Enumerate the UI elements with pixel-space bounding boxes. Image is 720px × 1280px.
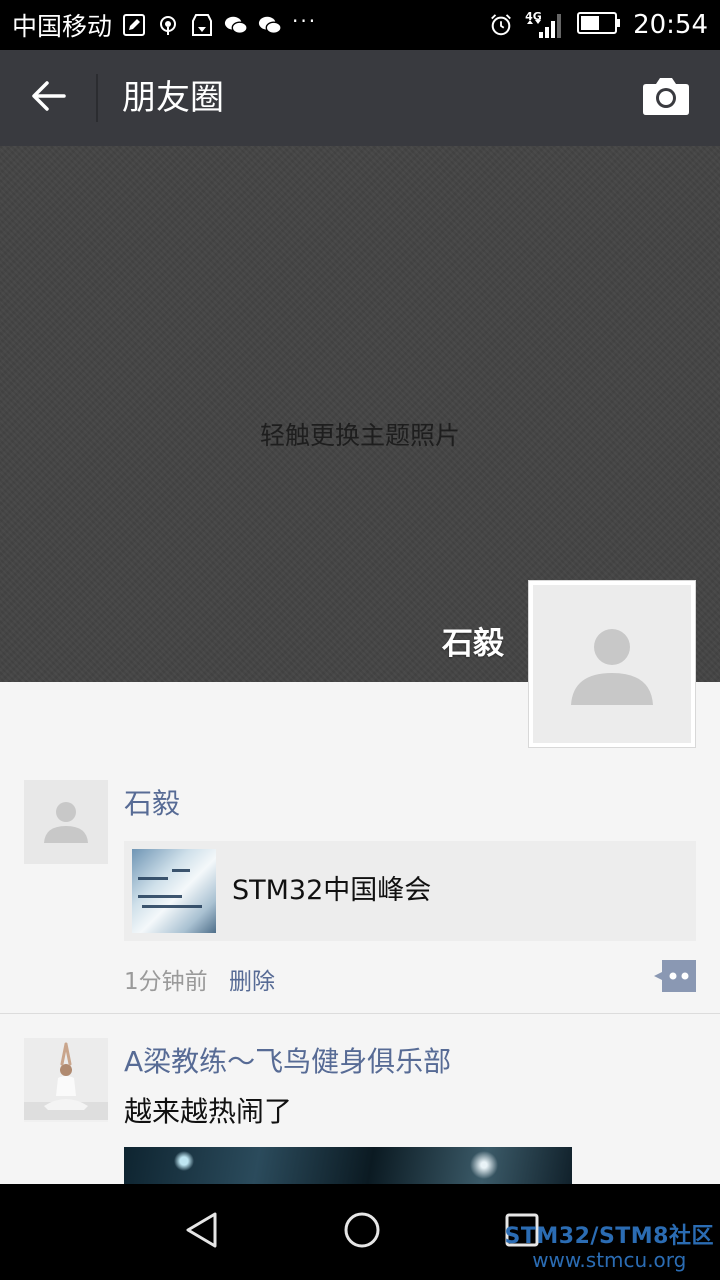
profile-name: 石毅	[442, 626, 504, 662]
comment-button[interactable]	[652, 960, 696, 992]
page-title: 朋友圈	[122, 78, 224, 118]
camera-button[interactable]	[642, 76, 690, 120]
triangle-back-icon	[183, 1211, 221, 1253]
back-button[interactable]	[24, 74, 74, 122]
link-title: STM32中国峰会	[232, 875, 432, 906]
post-avatar[interactable]	[24, 780, 108, 864]
wechat-icon	[258, 13, 282, 37]
camera-icon	[642, 78, 690, 120]
watermark-title: STM32/STM8社区	[504, 1224, 714, 1249]
post-image[interactable]	[124, 1147, 572, 1187]
post-avatar[interactable]	[24, 1038, 108, 1122]
battery-icon	[577, 11, 621, 39]
arrow-left-icon	[31, 80, 67, 116]
clock-time: 20:54	[633, 10, 708, 40]
watermark-url: www.stmcu.org	[532, 1248, 687, 1272]
alarm-icon	[489, 13, 513, 37]
nav-home-button[interactable]	[338, 1208, 386, 1256]
yoga-avatar-image	[24, 1038, 108, 1122]
post-author[interactable]: A梁教练～飞鸟健身俱乐部	[124, 1040, 451, 1080]
post-author[interactable]: 石毅	[124, 782, 180, 822]
carrier-label: 中国移动	[12, 12, 113, 41]
default-avatar-icon	[43, 797, 89, 847]
hotspot-icon	[156, 13, 180, 37]
edit-icon	[122, 13, 146, 37]
watermark: STM32/STM8社区 www.stmcu.org	[505, 1218, 714, 1272]
nav-back-button[interactable]	[178, 1208, 226, 1256]
wechat-icon	[224, 13, 248, 37]
delete-post-button[interactable]: 删除	[229, 962, 275, 996]
status-bar: 中国移动 ··· 4G 20:54	[0, 0, 720, 50]
post-text: 越来越热闹了	[124, 1095, 293, 1128]
post-timestamp: 1分钟前	[124, 969, 208, 995]
feed-post: 石毅 STM32中国峰会 1分钟前 删除	[0, 780, 720, 1014]
storage-icon	[190, 13, 214, 37]
profile-avatar[interactable]	[528, 580, 696, 748]
title-bar: 朋友圈	[0, 50, 720, 146]
circle-home-icon	[342, 1210, 382, 1254]
signal-icon: 4G	[525, 10, 565, 40]
change-cover-hint: 轻触更换主题照片	[259, 421, 460, 450]
title-divider	[96, 74, 98, 122]
comment-icon	[652, 960, 696, 996]
shared-link-card[interactable]: STM32中国峰会	[124, 841, 696, 941]
link-thumbnail	[132, 849, 216, 933]
feed-post: A梁教练～飞鸟健身俱乐部 越来越热闹了	[0, 1038, 720, 1187]
more-notifications: ···	[292, 9, 318, 33]
default-avatar-icon	[569, 619, 655, 709]
